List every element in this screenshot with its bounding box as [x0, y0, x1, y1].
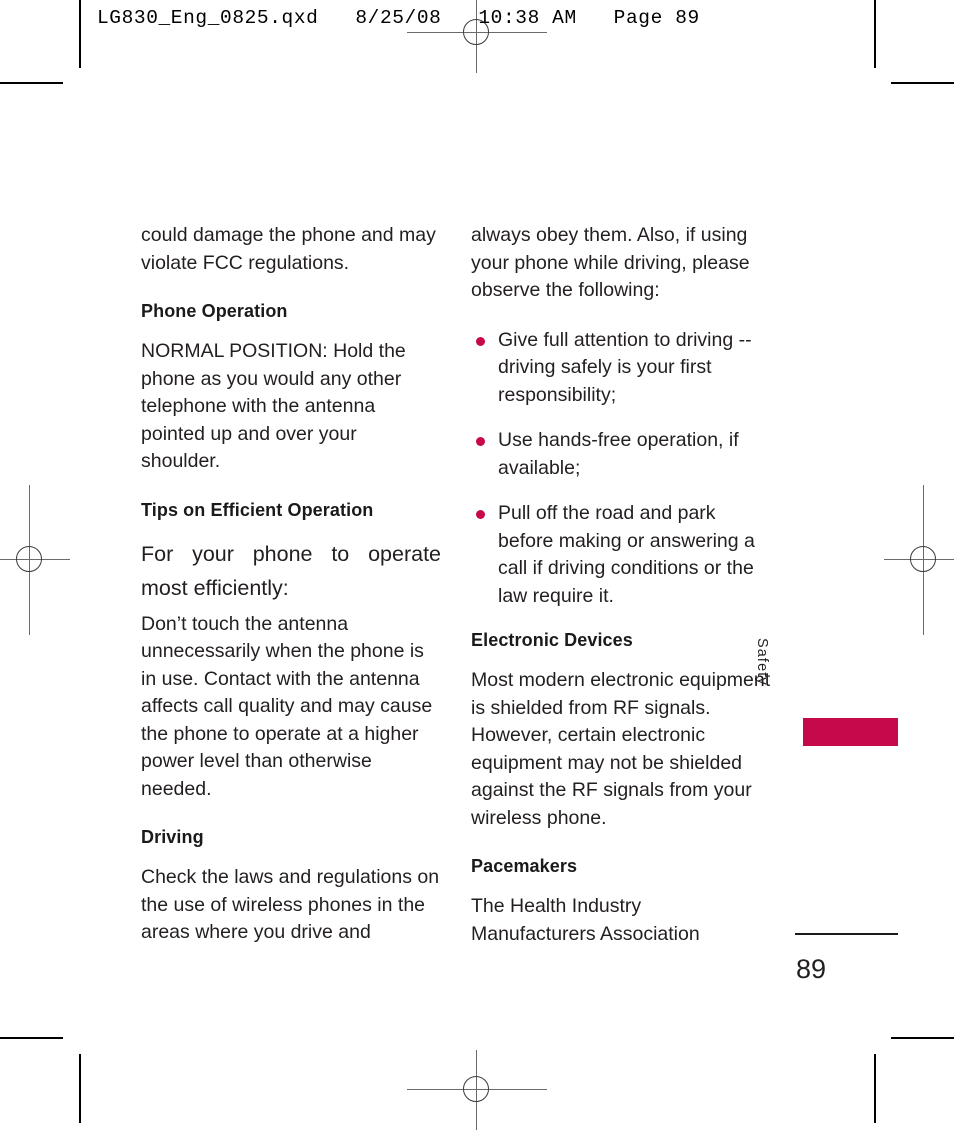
section-tab-bar	[803, 718, 898, 746]
bullet-dot-icon	[476, 336, 485, 346]
heading-driving: Driving	[141, 827, 204, 847]
page-number: 89	[796, 954, 827, 984]
list-item-label: Use hands-free operation, if available;	[498, 429, 739, 479]
heading-tips-on-efficient-operation: Tips on Efficient Operation	[141, 499, 374, 520]
bullet-dot-icon	[476, 437, 485, 446]
folio-rule	[795, 933, 898, 935]
paragraph-fcc-regulations: could damage the phone and may violate F…	[141, 224, 436, 274]
paragraph-antenna-contact: Don’t touch the antenna unnecessarily wh…	[141, 612, 433, 800]
list-item: Use hands-free operation, if available;	[471, 427, 771, 482]
heading-pacemakers: Pacemakers	[471, 856, 578, 876]
paragraph-pacemakers: The Health Industry Manufacturers Associ…	[471, 895, 700, 945]
list-item-label: Pull off the road and park before making…	[498, 502, 755, 607]
paragraph-normal-position: NORMAL POSITION: Hold the phone as you w…	[141, 340, 406, 472]
left-text-column: could damage the phone and may violate F…	[141, 222, 441, 969]
paragraph-electronic-devices: Most modern electronic equipment is shie…	[471, 669, 771, 829]
paragraph-operate-efficiently: For your phone to operate most efficient…	[141, 541, 441, 600]
section-tab-label: Safety	[754, 638, 770, 686]
list-item-label: Give full attention to driving -- drivin…	[498, 328, 752, 406]
heading-phone-operation: Phone Operation	[141, 301, 288, 321]
driving-guidelines-list: Give full attention to driving -- drivin…	[471, 327, 771, 611]
bullet-dot-icon	[476, 510, 485, 519]
list-item: Pull off the road and park before making…	[471, 500, 771, 610]
heading-electronic-devices: Electronic Devices	[471, 630, 633, 650]
manual-page: could damage the phone and may violate F…	[0, 0, 954, 1123]
list-item: Give full attention to driving -- drivin…	[471, 327, 771, 410]
right-text-column: always obey them. Also, if using your ph…	[471, 222, 771, 970]
paragraph-driving-laws: Check the laws and regulations on the us…	[141, 866, 440, 943]
paragraph-obey-laws: always obey them. Also, if using your ph…	[471, 224, 750, 301]
